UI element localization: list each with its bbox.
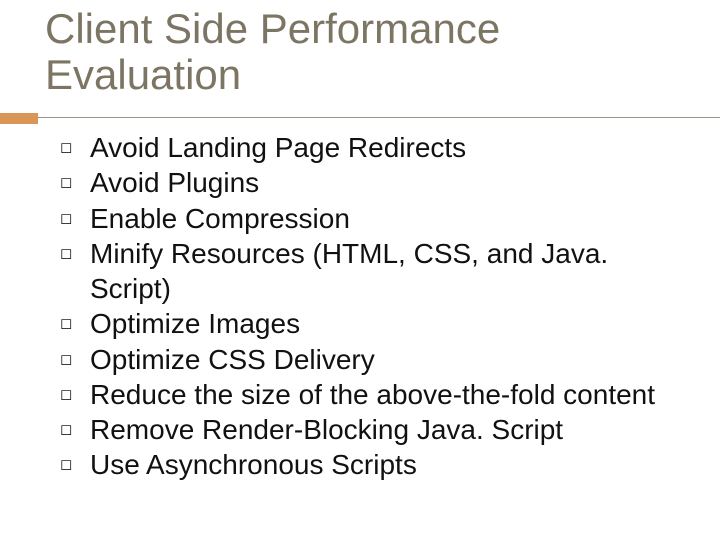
list-item-text: Reduce the size of the above-the-fold co… <box>90 377 690 412</box>
bullet-icon: ◻ <box>60 377 90 405</box>
bullet-icon: ◻ <box>60 447 90 475</box>
bullet-icon: ◻ <box>60 201 90 229</box>
list-item-text: Remove Render-Blocking Java. Script <box>90 412 690 447</box>
list-item: ◻ Reduce the size of the above-the-fold … <box>60 377 690 412</box>
slide: Client Side Performance Evaluation ◻ Avo… <box>0 0 720 540</box>
accent-bar <box>0 113 38 124</box>
list-item: ◻ Optimize Images <box>60 306 690 341</box>
list-item-text: Minify Resources (HTML, CSS, and Java. S… <box>90 236 690 307</box>
list-item: ◻ Use Asynchronous Scripts <box>60 447 690 482</box>
list-item-text: Enable Compression <box>90 201 690 236</box>
bullet-icon: ◻ <box>60 412 90 440</box>
list-item-text: Avoid Plugins <box>90 165 690 200</box>
list-item-text: Optimize CSS Delivery <box>90 342 690 377</box>
slide-title: Client Side Performance Evaluation <box>45 6 685 98</box>
list-item: ◻ Optimize CSS Delivery <box>60 342 690 377</box>
bullet-icon: ◻ <box>60 130 90 158</box>
list-item: ◻ Minify Resources (HTML, CSS, and Java.… <box>60 236 690 307</box>
bullet-icon: ◻ <box>60 236 90 264</box>
divider-line <box>38 117 720 118</box>
bullet-list: ◻ Avoid Landing Page Redirects ◻ Avoid P… <box>60 130 690 483</box>
list-item-text: Optimize Images <box>90 306 690 341</box>
list-item: ◻ Avoid Plugins <box>60 165 690 200</box>
list-item: ◻ Avoid Landing Page Redirects <box>60 130 690 165</box>
list-item-text: Avoid Landing Page Redirects <box>90 130 690 165</box>
bullet-icon: ◻ <box>60 306 90 334</box>
list-item-text: Use Asynchronous Scripts <box>90 447 690 482</box>
list-item: ◻ Remove Render-Blocking Java. Script <box>60 412 690 447</box>
bullet-icon: ◻ <box>60 342 90 370</box>
list-item: ◻ Enable Compression <box>60 201 690 236</box>
bullet-icon: ◻ <box>60 165 90 193</box>
